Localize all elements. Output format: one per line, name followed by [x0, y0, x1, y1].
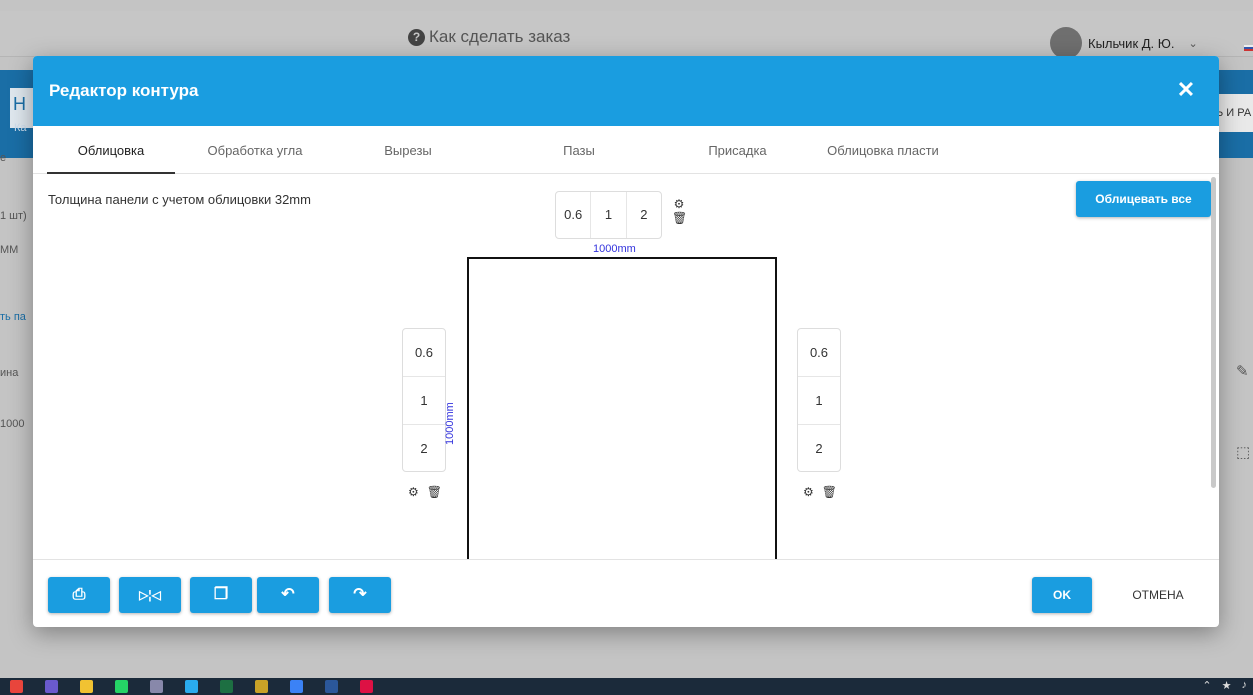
howto-label: Как сделать заказ [429, 27, 571, 46]
question-icon: ? [408, 28, 425, 46]
close-icon[interactable]: ✕ [1174, 78, 1198, 102]
top-edge-thickness-selector: 0.6 1 2 [555, 191, 662, 239]
word-icon[interactable] [325, 680, 338, 693]
side-text: 1000 [0, 418, 25, 430]
ok-button[interactable]: OK [1032, 577, 1092, 613]
app-icon[interactable] [45, 680, 58, 693]
right-edge-actions: ⚙ 🗑 [803, 485, 837, 499]
dialog-footer: ⎙ ▷¦◁ ❐ ↶ ↷ OK ОТМЕНА [33, 559, 1219, 627]
app-icon[interactable] [255, 680, 268, 693]
tray-sound-icon[interactable]: ♪ [1242, 679, 1248, 692]
gear-icon[interactable]: ⚙ [672, 197, 686, 211]
cancel-button[interactable]: ОТМЕНА [1113, 577, 1203, 613]
tab-grooves[interactable]: Пазы [549, 126, 609, 174]
excel-icon[interactable] [220, 680, 233, 693]
tab-facing[interactable]: Облицовка [47, 126, 175, 174]
avatar [1050, 27, 1082, 59]
tab-cutouts[interactable]: Вырезы [368, 126, 448, 174]
top-edge-option[interactable]: 0.6 [556, 192, 592, 238]
face-all-button[interactable]: Облицевать все [1076, 181, 1211, 217]
left-edge-option[interactable]: 2 [403, 425, 445, 473]
top-edge-option[interactable]: 1 [591, 192, 627, 238]
side-text: ть па [0, 311, 26, 323]
mirror-icon: ▷¦◁ [139, 588, 161, 602]
side-text: ММ [0, 244, 19, 256]
height-dimension: 1000mm [444, 402, 456, 445]
page-header-sub: Ка [14, 122, 27, 134]
tab-bar: Облицовка Обработка угла Вырезы Пазы При… [33, 126, 1219, 174]
telegram-icon[interactable] [185, 680, 198, 693]
width-dimension: 1000mm [593, 243, 636, 255]
paperclip-icon: ⎙ [72, 586, 86, 603]
rotate-left-icon: ↶ [281, 586, 295, 603]
side-text: ина [0, 367, 19, 379]
side-text: е [0, 152, 7, 164]
trash-icon[interactable]: 🗑 [822, 485, 837, 499]
contour-editor-dialog: Редактор контура ✕ Облицовка Обработка у… [33, 56, 1219, 627]
top-edge-option[interactable]: 2 [627, 192, 661, 238]
edit-icon[interactable]: ✎ [1236, 362, 1249, 380]
tab-drilling[interactable]: Присадка [695, 126, 780, 174]
tray-up-icon[interactable]: ⌃ [1202, 679, 1211, 692]
taskbar: ⌃ ★ ♪ [0, 678, 1253, 695]
right-edge-option[interactable]: 1 [798, 377, 840, 425]
folder-icon[interactable] [80, 680, 93, 693]
copy-icon: ❐ [213, 586, 229, 603]
trash-icon[interactable]: 🗑 [672, 211, 687, 225]
top-edge-actions: ⚙ 🗑 [672, 197, 687, 225]
rotate-right-button[interactable]: ↷ [329, 577, 391, 613]
right-edge-option[interactable]: 0.6 [798, 329, 840, 377]
system-tray: ⌃ ★ ♪ [1202, 679, 1247, 692]
left-edge-option[interactable]: 0.6 [403, 329, 445, 377]
app-icon[interactable] [290, 680, 303, 693]
top-bar: ? Как сделать заказ Кыльчик Д. Ю. ⌄ [0, 11, 1253, 59]
gear-icon[interactable]: ⚙ [803, 485, 814, 499]
chrome-icon[interactable] [10, 680, 23, 693]
copy-button[interactable]: ❐ [190, 577, 252, 613]
gear-icon[interactable]: ⚙ [408, 485, 419, 499]
dialog-header: Редактор контура ✕ [33, 56, 1219, 126]
left-edge-actions: ⚙ 🗑 [408, 485, 442, 499]
trash-icon[interactable]: 🗑 [427, 485, 442, 499]
whatsapp-icon[interactable] [115, 680, 128, 693]
attach-button[interactable]: ⎙ [48, 577, 110, 613]
dialog-title: Редактор контура [49, 81, 199, 100]
flag-icon[interactable] [1244, 45, 1253, 51]
app-icon[interactable] [360, 680, 373, 693]
right-edge-thickness-selector: 0.6 1 2 [797, 328, 841, 472]
app-icon[interactable] [150, 680, 163, 693]
mirror-button[interactable]: ▷¦◁ [119, 577, 181, 613]
right-edge-option[interactable]: 2 [798, 425, 840, 473]
chevron-down-icon: ⌄ [1188, 37, 1198, 50]
select-icon[interactable]: ⬚ [1236, 443, 1250, 461]
tray-star-icon[interactable]: ★ [1222, 679, 1232, 692]
user-name: Кыльчик Д. Ю. [1088, 35, 1175, 51]
tab-face-covering[interactable]: Облицовка пласти [813, 126, 953, 174]
left-edge-thickness-selector: 0.6 1 2 [402, 328, 446, 472]
tab-corner-processing[interactable]: Обработка угла [190, 126, 320, 174]
scrollbar[interactable] [1211, 177, 1216, 488]
panel-outline [467, 257, 777, 559]
rotate-left-button[interactable]: ↶ [257, 577, 319, 613]
rotate-right-icon: ↷ [353, 586, 367, 603]
howto-link[interactable]: ? Как сделать заказ [408, 27, 570, 47]
panel-thickness-text: Толщина панели с учетом облицовки 32mm [48, 192, 311, 207]
user-menu[interactable]: Кыльчик Д. Ю. ⌄ [1050, 27, 1198, 59]
left-edge-option[interactable]: 1 [403, 377, 445, 425]
side-text: 1 шт) [0, 210, 27, 222]
editor-canvas: Толщина панели с учетом облицовки 32mm О… [33, 175, 1219, 559]
